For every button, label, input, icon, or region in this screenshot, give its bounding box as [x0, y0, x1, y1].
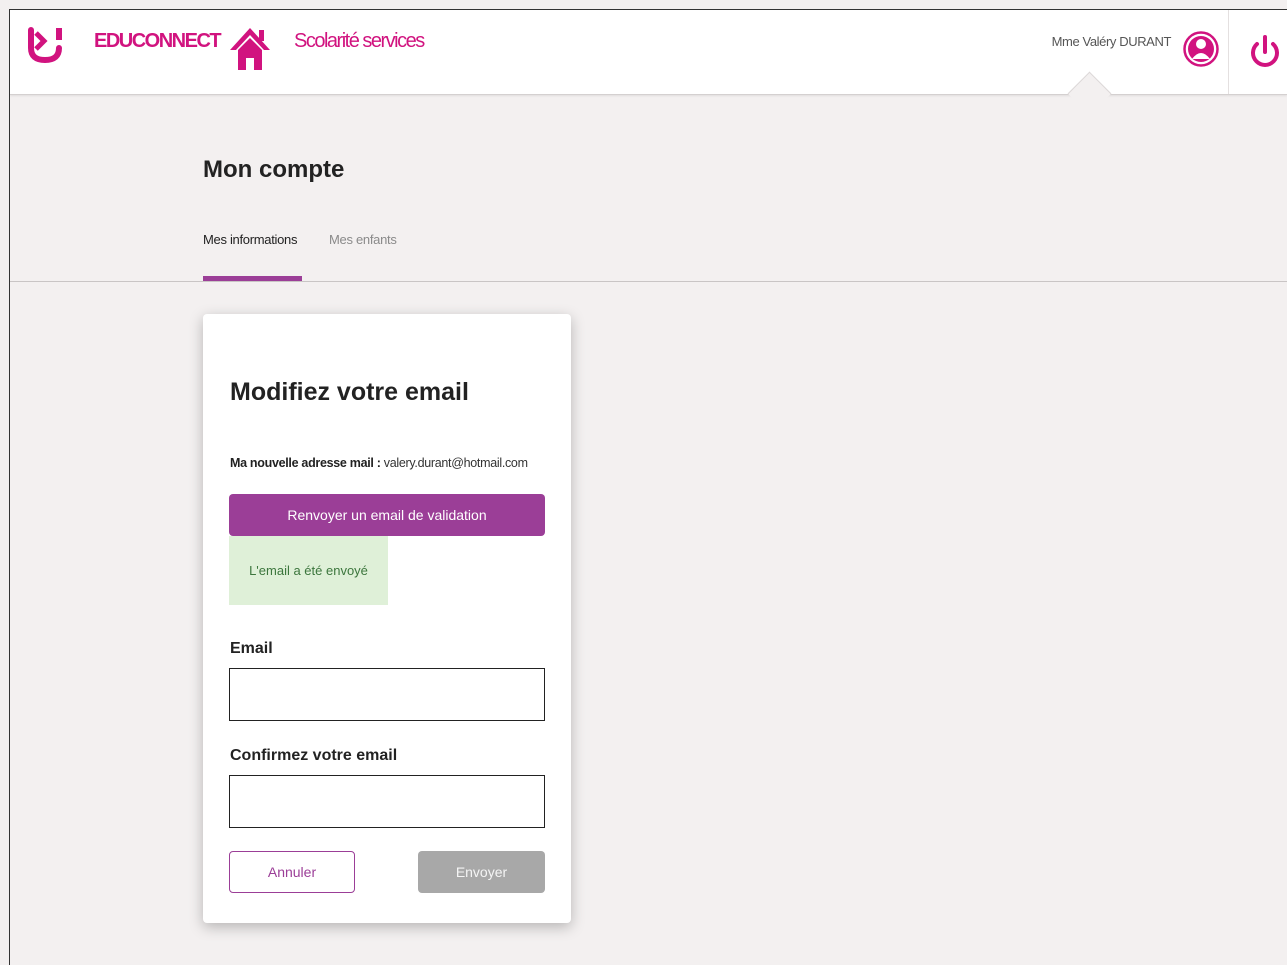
home-icon[interactable] [228, 24, 272, 72]
educonnect-logo-icon[interactable] [28, 26, 66, 64]
user-name: Mme Valéry DURANT [1051, 34, 1172, 49]
brand-name[interactable]: EDUCONNECT [94, 30, 222, 53]
user-avatar-icon[interactable] [1182, 29, 1220, 69]
tab-mes-informations[interactable]: Mes informations [203, 232, 297, 247]
confirm-email-field[interactable] [229, 775, 545, 828]
service-name[interactable]: Scolarité services [294, 30, 425, 53]
cancel-button[interactable]: Annuler [229, 851, 355, 893]
new-email-line: Ma nouvelle adresse mail : valery.durant… [230, 456, 528, 470]
email-field[interactable] [229, 668, 545, 721]
resend-validation-button[interactable]: Renvoyer un email de validation [229, 494, 545, 536]
email-label: Email [230, 640, 273, 657]
page-title: Mon compte [203, 156, 345, 183]
new-email-value: valery.durant@hotmail.com [383, 456, 528, 470]
card-title: Modifiez votre email [230, 378, 469, 406]
new-email-label: Ma nouvelle adresse mail : [230, 456, 381, 470]
tabs-divider [10, 281, 1287, 282]
confirm-email-label: Confirmez votre email [230, 747, 398, 764]
modify-email-card: Modifiez votre email Ma nouvelle adresse… [203, 314, 571, 923]
success-alert-text: L'email a été envoyé [249, 563, 368, 578]
success-alert: L'email a été envoyé [229, 536, 388, 605]
header-divider [1228, 10, 1229, 94]
app-frame: EDUCONNECT Scolarité services Mme Valéry… [9, 9, 1287, 965]
send-button[interactable]: Envoyer [418, 851, 545, 893]
power-icon[interactable] [1247, 32, 1283, 72]
tab-mes-enfants[interactable]: Mes enfants [329, 232, 397, 247]
